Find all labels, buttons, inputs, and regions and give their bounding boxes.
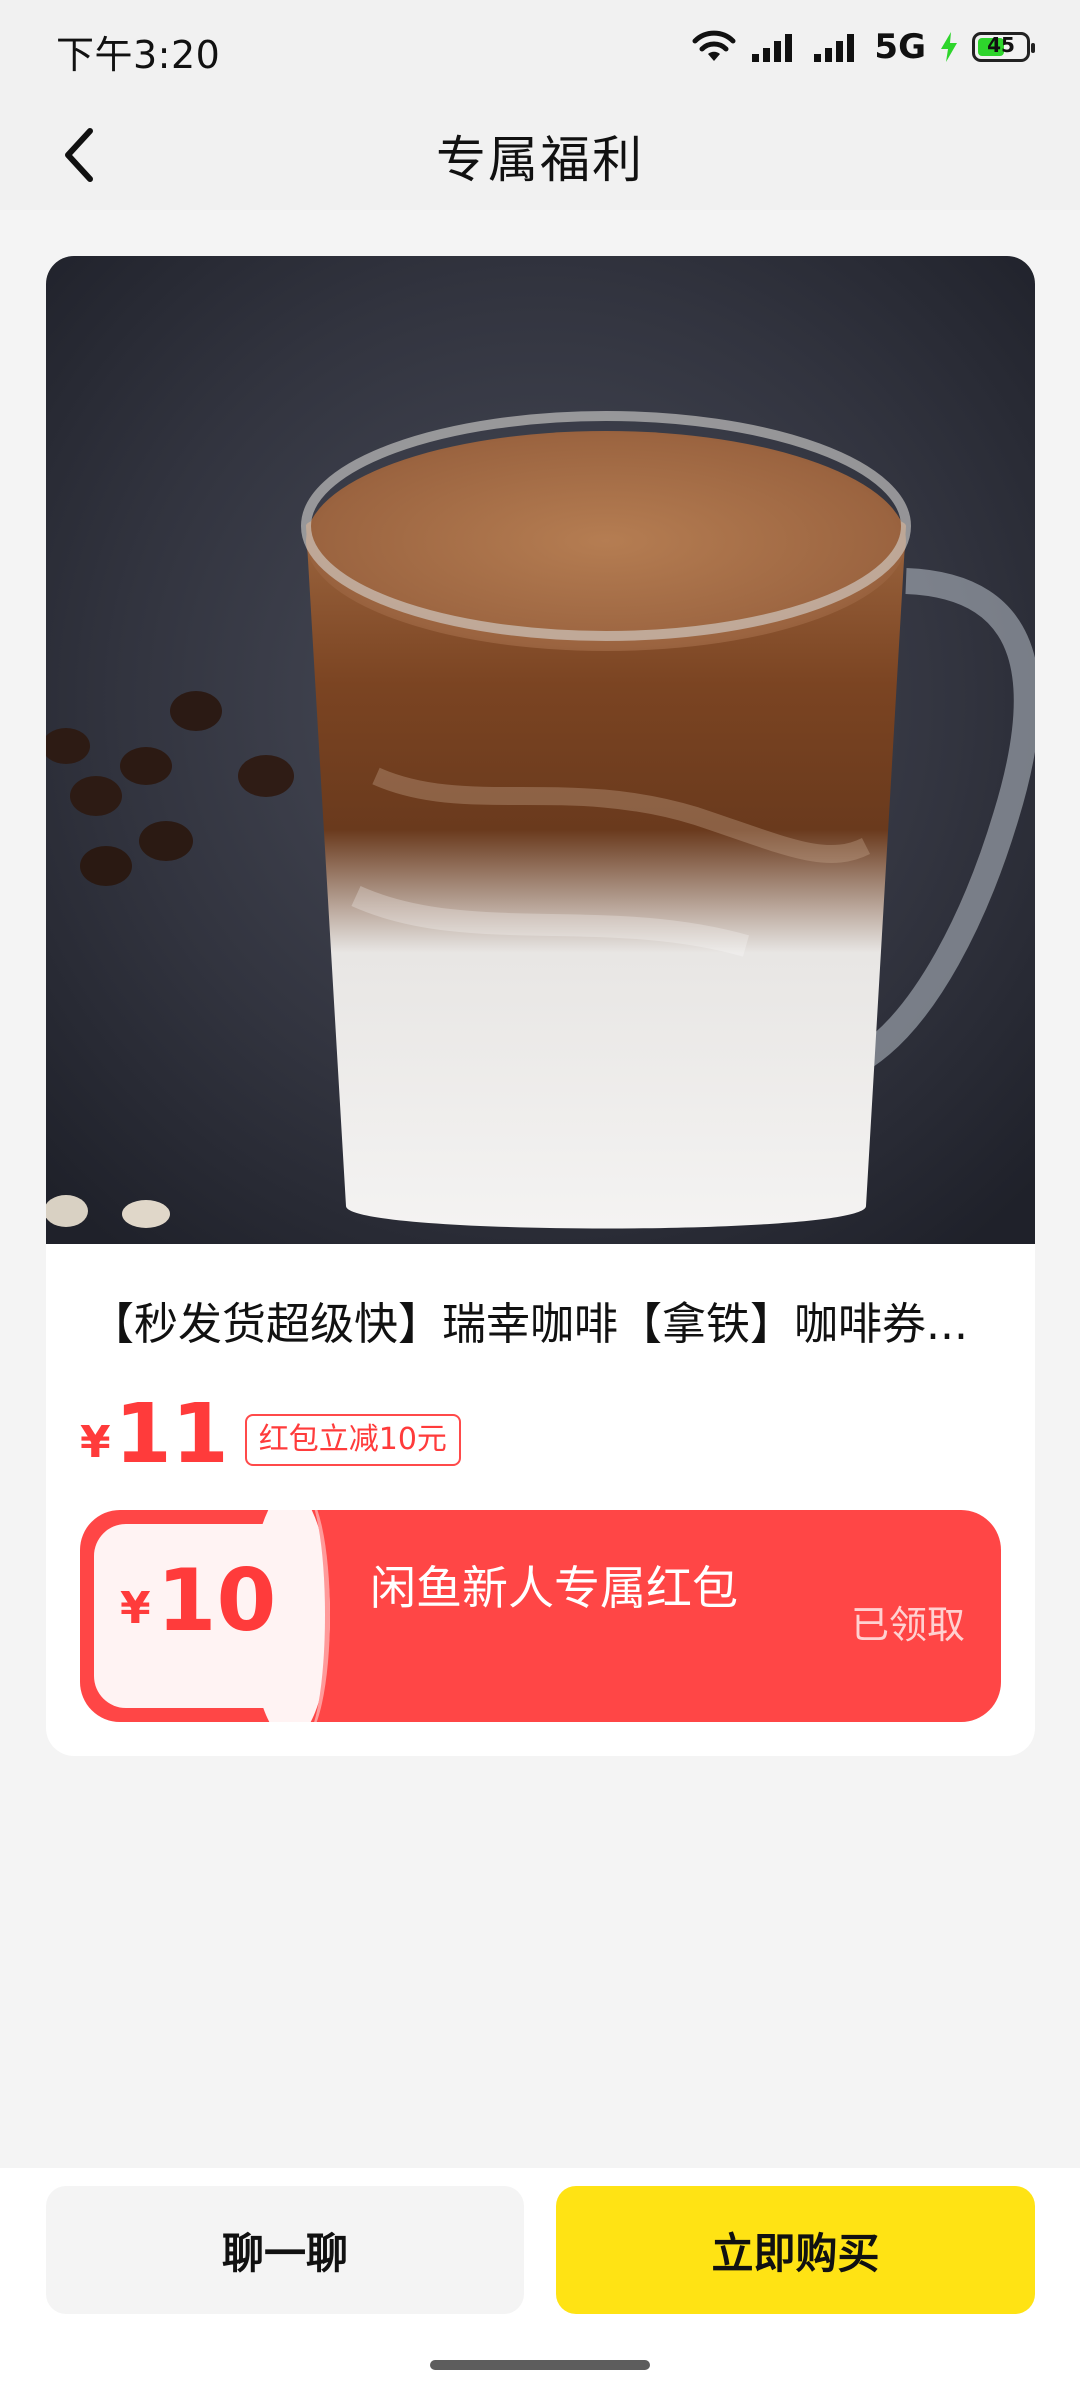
buy-now-button[interactable]: 立即购买 <box>556 2186 1035 2314</box>
coupon-value: 10 <box>156 1551 277 1651</box>
page-title: 专属福利 <box>436 131 644 189</box>
signal-icon <box>752 34 793 62</box>
coupon-banner[interactable]: ¥ 10 闲鱼新人专属红包 已领取 <box>80 1510 1001 1722</box>
header: 专属福利 <box>0 95 1080 210</box>
signal-icon-2 <box>814 34 855 62</box>
product-image[interactable] <box>46 256 1035 1244</box>
battery-icon: 45 <box>972 32 1035 62</box>
status-bar: 下午3:20 5G 45 <box>0 0 1080 95</box>
bottom-action-bar: 聊一聊 立即购买 <box>0 2168 1080 2400</box>
charging-icon <box>941 32 957 62</box>
latte-image <box>46 256 1035 1244</box>
battery-level: 45 <box>987 33 1015 57</box>
product-title: 【秒发货超级快】瑞幸咖啡【拿铁】咖啡券... <box>90 1299 968 1350</box>
coupon-amount: ¥ 10 <box>120 1558 276 1644</box>
status-time: 下午3:20 <box>56 33 221 77</box>
product-card: 【秒发货超级快】瑞幸咖啡【拿铁】咖啡券... ¥ 11 红包立减10元 ¥ 10… <box>46 256 1035 1756</box>
chat-button[interactable]: 聊一聊 <box>46 2186 524 2314</box>
coupon-title: 闲鱼新人专属红包 <box>370 1561 738 1615</box>
home-indicator[interactable] <box>430 2360 650 2370</box>
discount-badge: 红包立减10元 <box>244 1414 461 1466</box>
network-label: 5G <box>874 27 926 67</box>
price-value: 11 <box>114 1387 229 1482</box>
status-icons: 5G 45 <box>692 22 1035 72</box>
coupon-status: 已领取 <box>850 1603 965 1647</box>
price-currency: ¥ <box>80 1417 111 1468</box>
coupon-currency: ¥ <box>120 1583 151 1634</box>
price-row: ¥ 11 红包立减10元 <box>80 1386 461 1476</box>
wifi-icon <box>692 30 736 61</box>
